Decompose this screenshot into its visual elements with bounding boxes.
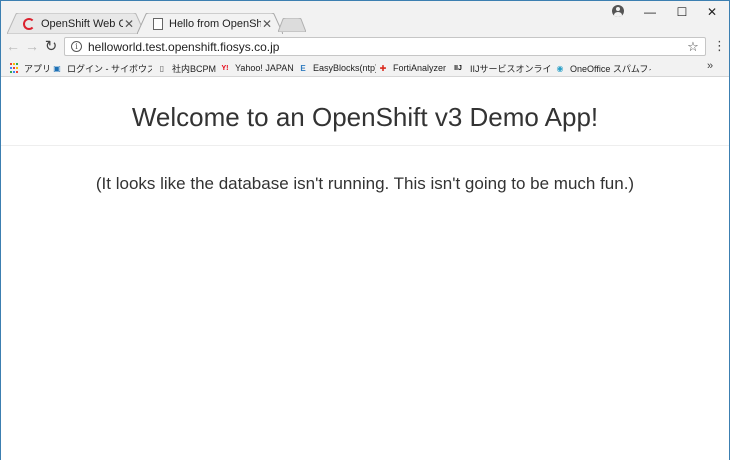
bookmark-fortianalyzer[interactable]: ✚ FortiAnalyzer — [378, 61, 448, 75]
title-bar: OpenShift Web Console ✕ Hello from OpenS… — [1, 1, 729, 34]
info-icon[interactable]: i — [71, 41, 82, 52]
browser-menu-icon[interactable]: ⋮ — [713, 39, 726, 55]
document-icon — [153, 17, 163, 30]
bookmark-iij[interactable]: IIJ IIJサービスオンライン：D — [451, 61, 551, 75]
bookmark-bcpm[interactable]: ▯ 社内BCPM — [157, 61, 217, 75]
page-content: Welcome to an OpenShift v3 Demo App! (It… — [1, 78, 729, 460]
bookmark-label: 社内BCPM — [172, 63, 217, 74]
bookmark-label: EasyBlocks(ntp) — [313, 63, 376, 73]
profile-icon[interactable] — [612, 5, 624, 17]
forti-icon: ✚ — [379, 63, 387, 73]
bookmark-label: Yahoo! JAPAN — [235, 63, 294, 73]
bookmark-label: ログイン - サイボウズ(R) — [67, 63, 152, 74]
browser-window: OpenShift Web Console ✕ Hello from OpenS… — [0, 0, 730, 460]
cybozu-icon: ▣ — [53, 63, 61, 73]
bookmark-cybozu[interactable]: ▣ ログイン - サイボウズ(R) — [52, 61, 152, 75]
bookmark-oneoffice[interactable]: ◉ OneOffice スパムフィル — [555, 61, 652, 75]
bookmark-label: アプリ — [24, 63, 49, 74]
minimize-button[interactable]: — — [633, 1, 667, 23]
bookmark-label: IIJサービスオンライン：D — [470, 63, 551, 74]
oneoffice-icon: ◉ — [556, 63, 564, 73]
bookmark-yahoo[interactable]: Y! Yahoo! JAPAN — [220, 61, 300, 75]
maximize-button[interactable]: ☐ — [665, 1, 699, 23]
database-status-message: (It looks like the database isn't runnin… — [95, 174, 635, 193]
tab-label: OpenShift Web Console — [41, 17, 123, 30]
bookmarks-bar: アプリ ▣ ログイン - サイボウズ(R) ▯ 社内BCPM Y! Yahoo!… — [1, 59, 729, 77]
bookmark-easyblocks[interactable]: E EasyBlocks(ntp) — [298, 61, 376, 75]
address-bar[interactable]: i helloworld.test.openshift.fiosys.co.jp… — [64, 37, 706, 56]
close-tab-icon[interactable]: ✕ — [261, 17, 273, 31]
close-tab-icon[interactable]: ✕ — [123, 17, 135, 31]
reload-button[interactable]: ↻ — [42, 37, 60, 55]
yahoo-icon: Y! — [221, 64, 229, 72]
browser-toolbar: ← → ↻ i helloworld.test.openshift.fiosys… — [1, 34, 729, 59]
easyblocks-icon: E — [300, 63, 306, 73]
forward-button[interactable]: → — [23, 37, 41, 55]
openshift-icon — [23, 17, 35, 30]
iij-icon: IIJ — [454, 64, 462, 72]
new-tab-button[interactable] — [278, 18, 306, 32]
tab-label: Hello from OpenShift v3! — [169, 17, 261, 30]
document-icon: ▯ — [159, 63, 165, 73]
page-title: Welcome to an OpenShift v3 Demo App! — [131, 102, 599, 132]
bookmark-star-icon[interactable]: ☆ — [685, 39, 701, 55]
bookmark-label: OneOffice スパムフィル — [570, 63, 651, 74]
back-button[interactable]: ← — [4, 37, 22, 55]
bookmark-label: FortiAnalyzer — [393, 63, 447, 73]
url-text[interactable]: helloworld.test.openshift.fiosys.co.jp — [88, 40, 685, 54]
tab-openshift-web-console[interactable]: OpenShift Web Console ✕ — [7, 13, 145, 34]
close-window-button[interactable]: ✕ — [695, 1, 729, 23]
apps-icon — [9, 63, 19, 73]
bookmark-apps[interactable]: アプリ — [9, 61, 49, 75]
divider — [1, 145, 729, 146]
tab-hello-from-openshift[interactable]: Hello from OpenShift v3! ✕ — [137, 13, 283, 34]
bookmarks-overflow-icon[interactable]: » — [707, 60, 713, 72]
